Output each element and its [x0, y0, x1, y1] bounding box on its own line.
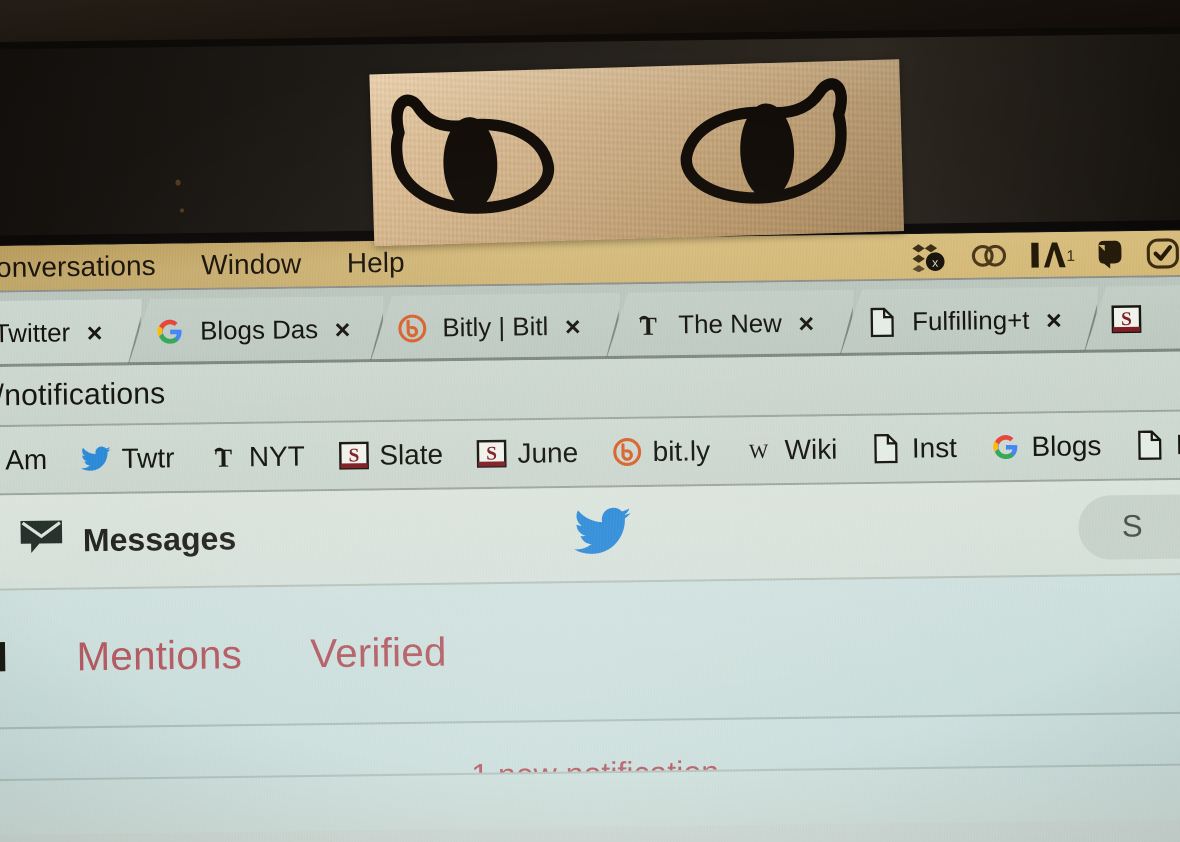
notifications-filter-tabs: All Mentions Verified: [0, 574, 1180, 729]
twitter-top-nav: s Messages S: [0, 479, 1180, 592]
dropbox-sync-error-icon[interactable]: x: [909, 240, 951, 272]
bookmark-nyt[interactable]: T NYT: [191, 440, 322, 474]
envelope-icon: [18, 517, 64, 565]
laptop-screen: Conversations Window Help x 1 Twitter × …: [0, 229, 1180, 842]
adobe-badge-count: 1: [1066, 247, 1075, 264]
bezel-speck: [175, 179, 181, 186]
svg-text:S: S: [486, 444, 497, 465]
bookmark-bitly[interactable]: bit.ly: [594, 435, 726, 469]
menu-item-conversations[interactable]: Conversations: [0, 250, 156, 284]
browser-tab-slate[interactable]: S: [1084, 285, 1180, 353]
tab-title: 1) Twitter: [0, 318, 71, 348]
bookmark-amazon[interactable]: a Am: [0, 443, 64, 477]
nyt-t-icon: T: [633, 310, 664, 341]
search-input[interactable]: S: [1078, 493, 1180, 560]
bookmark-label: Inst: [911, 431, 958, 464]
svg-text:S: S: [1121, 309, 1132, 330]
nav-item-messages[interactable]: Messages: [18, 515, 236, 565]
bookmark-label: Am: [4, 443, 48, 476]
bookmark-label: NYT: [248, 440, 306, 472]
masking-tape-over-webcam: [369, 59, 905, 247]
document-icon: [870, 433, 901, 464]
bookmark-inst[interactable]: Inst: [854, 431, 974, 465]
adobe-app-icon[interactable]: 1: [1027, 239, 1075, 271]
tab-title: Bitly | Bitl: [442, 311, 549, 343]
browser-tab-the-new-york-times[interactable]: T The New ×: [605, 290, 854, 359]
bookmark-label: Blogs: [1031, 429, 1102, 462]
bookmark-label: Wiki: [784, 433, 838, 465]
search-input-value: S: [1121, 509, 1143, 544]
menu-item-help[interactable]: Help: [347, 247, 405, 280]
nav-item-messages-label: Messages: [82, 520, 237, 559]
svg-text:S: S: [348, 445, 359, 466]
creative-cloud-icon[interactable]: [969, 241, 1009, 270]
bitly-icon: [611, 436, 642, 467]
tab-all[interactable]: All: [0, 636, 9, 682]
document-icon: [1134, 429, 1165, 460]
slate-s-icon: S: [476, 438, 507, 469]
tab-title: Fulfilling+t: [912, 305, 1030, 336]
bookmark-blogs[interactable]: Blogs: [973, 430, 1118, 464]
bookmark-june[interactable]: S June: [459, 436, 595, 470]
timeline-empty-area: [0, 762, 1180, 836]
photograph-of-laptop-screen: Conversations Window Help x 1 Twitter × …: [0, 0, 1180, 842]
google-g-icon: [154, 316, 185, 347]
bookmark-label: bit.ly: [652, 434, 711, 467]
evernote-elephant-icon[interactable]: [1093, 238, 1127, 269]
document-icon: [866, 307, 897, 338]
bookmark-label: Slate: [379, 438, 444, 471]
bookmark-twitter[interactable]: Twtr: [63, 442, 191, 476]
bitly-icon: [397, 313, 428, 344]
svg-text:T: T: [639, 312, 657, 340]
tab-close-icon[interactable]: ×: [565, 310, 581, 342]
twitter-bird-icon[interactable]: [573, 505, 634, 563]
bookmark-wikipedia[interactable]: W Wiki: [726, 433, 854, 467]
tab-close-icon[interactable]: ×: [334, 313, 350, 345]
tab-verified[interactable]: Verified: [310, 630, 447, 677]
address-bar-url[interactable]: om/i/notifications: [0, 377, 166, 414]
tab-close-icon[interactable]: ×: [798, 307, 814, 339]
browser-tab-bitly[interactable]: Bitly | Bitl ×: [369, 293, 620, 363]
menu-item-window[interactable]: Window: [201, 248, 301, 281]
slate-s-icon: S: [1111, 303, 1142, 334]
bookmark-slate[interactable]: S Slate: [321, 438, 460, 472]
browser-tab-twitter[interactable]: 1) Twitter ×: [0, 299, 143, 368]
bookmark-label: Edi: [1175, 428, 1180, 460]
nyt-t-icon: T: [207, 442, 238, 473]
browser-tab-blogs-dashboard[interactable]: Blogs Das ×: [127, 296, 385, 366]
bookmark-label: June: [517, 436, 579, 469]
bookmark-label: Twtr: [121, 441, 175, 474]
google-g-icon: [990, 431, 1021, 462]
checkmark-circle-icon[interactable]: [1145, 236, 1180, 270]
menu-bar-status-icons: x 1: [909, 235, 1180, 272]
svg-text:W: W: [749, 441, 769, 463]
tab-mentions[interactable]: Mentions: [76, 633, 242, 681]
bookmark-edit[interactable]: Edi: [1118, 428, 1180, 462]
tab-title: Blogs Das: [199, 314, 319, 346]
new-notification-banner[interactable]: 1 new notification: [0, 710, 1180, 836]
drawn-cat-eyes: [390, 78, 847, 214]
svg-text:T: T: [214, 444, 232, 472]
slate-s-icon: S: [338, 440, 369, 471]
tab-close-icon[interactable]: ×: [86, 317, 102, 349]
twitter-bird-icon: [80, 443, 111, 474]
wikipedia-w-icon: W: [743, 435, 774, 466]
browser-tab-fulfilling[interactable]: Fulfilling+t ×: [839, 286, 1099, 356]
tab-close-icon[interactable]: ×: [1046, 304, 1062, 336]
bezel-speck: [179, 208, 185, 213]
tab-title: The New: [678, 308, 783, 340]
dropbox-badge: x: [932, 255, 939, 269]
